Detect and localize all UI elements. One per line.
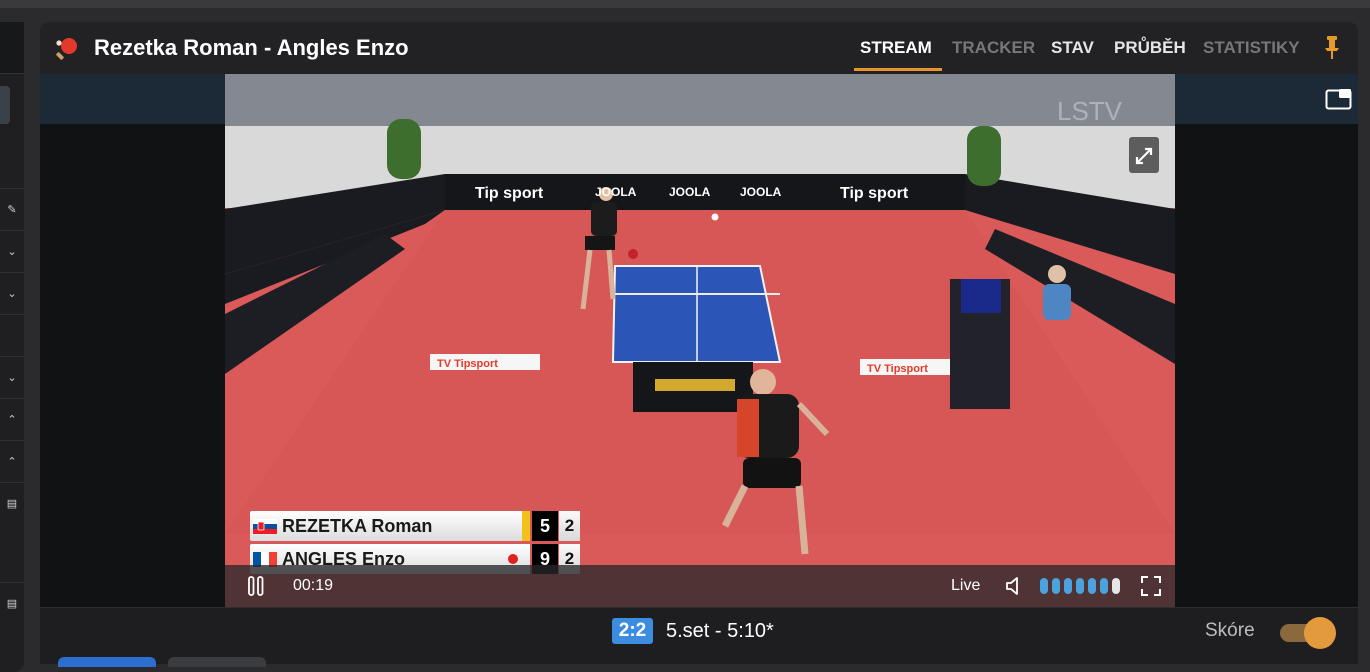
serve-dot-icon: [508, 554, 518, 564]
tab-prubeh[interactable]: PRŮBĚH: [1114, 38, 1186, 58]
player-1-sets: 2: [559, 511, 580, 541]
stream-area: Tip sport Tip sport JOOLA JOOLA JOOLA TV…: [40, 74, 1358, 607]
match-header: Rezetka Roman - Angles Enzo STREAM TRACK…: [40, 22, 1358, 74]
volume-segment: [1100, 578, 1108, 594]
left-sidebar: ✎ ⌄ ⌄ ⌄ ⌃ ⌃ ▤ ▤: [0, 22, 24, 672]
banner-tipsport-right: Tip sport: [840, 185, 909, 202]
fullscreen-icon[interactable]: [1140, 575, 1162, 597]
player-1-name: REZETKA Roman: [282, 516, 433, 536]
sidebar-item[interactable]: ▤: [0, 582, 24, 624]
banner-joola-1: JOOLA: [595, 185, 637, 199]
player-1-points: 5: [532, 511, 558, 541]
player-controls: 00:19 Live: [225, 565, 1175, 607]
volume-segment: [1112, 578, 1120, 594]
browser-top-strip: [0, 0, 1370, 8]
banner-joola-3: JOOLA: [740, 185, 782, 199]
expand-icon[interactable]: [1129, 137, 1159, 173]
volume-segment: [1088, 578, 1096, 594]
tab-tracker[interactable]: TRACKER: [952, 38, 1035, 58]
scoreboard-row: REZETKA Roman 5 2: [250, 511, 580, 541]
sidebar-item[interactable]: ▤: [0, 482, 24, 524]
tab-statistiky[interactable]: STATISTIKY: [1203, 38, 1300, 58]
match-footer: 2:2 5.set - 5:10* Skóre: [40, 607, 1358, 664]
playback-time: 00:19: [293, 577, 334, 594]
sidebar-item[interactable]: ⌃: [0, 440, 24, 482]
serve-indicator-bar: [522, 511, 530, 541]
score-toggle-label: Skóre: [1205, 620, 1255, 641]
toggle-knob: [1304, 617, 1336, 649]
video-player[interactable]: Tip sport Tip sport JOOLA JOOLA JOOLA TV…: [225, 74, 1175, 607]
table-tennis-paddle-icon: [56, 38, 77, 60]
floor-logo-left: TV Tipsport: [437, 358, 498, 370]
volume-segment: [1076, 578, 1084, 594]
volume-segment: [1040, 578, 1048, 594]
banner-tipsport-left: Tip sport: [475, 185, 544, 202]
lstv-watermark: LSTV: [1057, 96, 1123, 126]
slovakia-flag-icon: [253, 519, 277, 534]
pin-icon[interactable]: [1322, 34, 1342, 60]
current-set-status: 5.set - 5:10*: [666, 620, 774, 642]
sidebar-item[interactable]: ⌄: [0, 230, 24, 272]
pause-icon[interactable]: [247, 575, 265, 597]
sidebar-top-item[interactable]: [0, 22, 24, 74]
player-name-box: REZETKA Roman: [250, 511, 530, 541]
score-toggle[interactable]: [1276, 617, 1336, 649]
volume-icon[interactable]: [1004, 575, 1024, 597]
match-panel: Rezetka Roman - Angles Enzo STREAM TRACK…: [40, 22, 1358, 664]
picture-in-picture-icon[interactable]: [1325, 87, 1353, 111]
bottom-button-primary[interactable]: [58, 657, 156, 667]
live-button[interactable]: Live: [951, 577, 980, 595]
bottom-button-secondary[interactable]: [168, 657, 266, 667]
floor-logo-right: TV Tipsport: [867, 363, 928, 375]
sidebar-item[interactable]: ⌄: [0, 356, 24, 398]
sidebar-item[interactable]: ✎: [0, 188, 24, 230]
bottom-buttons: [58, 657, 278, 667]
sets-score-badge: 2:2: [612, 618, 653, 644]
tab-stream[interactable]: STREAM: [860, 38, 932, 58]
sidebar-selected-indicator: [0, 86, 10, 124]
sidebar-item[interactable]: [0, 314, 24, 356]
tab-stav[interactable]: STAV: [1051, 38, 1094, 58]
volume-segment: [1052, 578, 1060, 594]
banner-joola-2: JOOLA: [669, 185, 711, 199]
active-tab-underline: [854, 68, 942, 71]
sidebar-item[interactable]: ⌃: [0, 398, 24, 440]
match-title: Rezetka Roman - Angles Enzo: [94, 35, 409, 60]
sidebar-item[interactable]: ⌄: [0, 272, 24, 314]
volume-segment: [1064, 578, 1072, 594]
volume-slider[interactable]: [1039, 577, 1125, 595]
